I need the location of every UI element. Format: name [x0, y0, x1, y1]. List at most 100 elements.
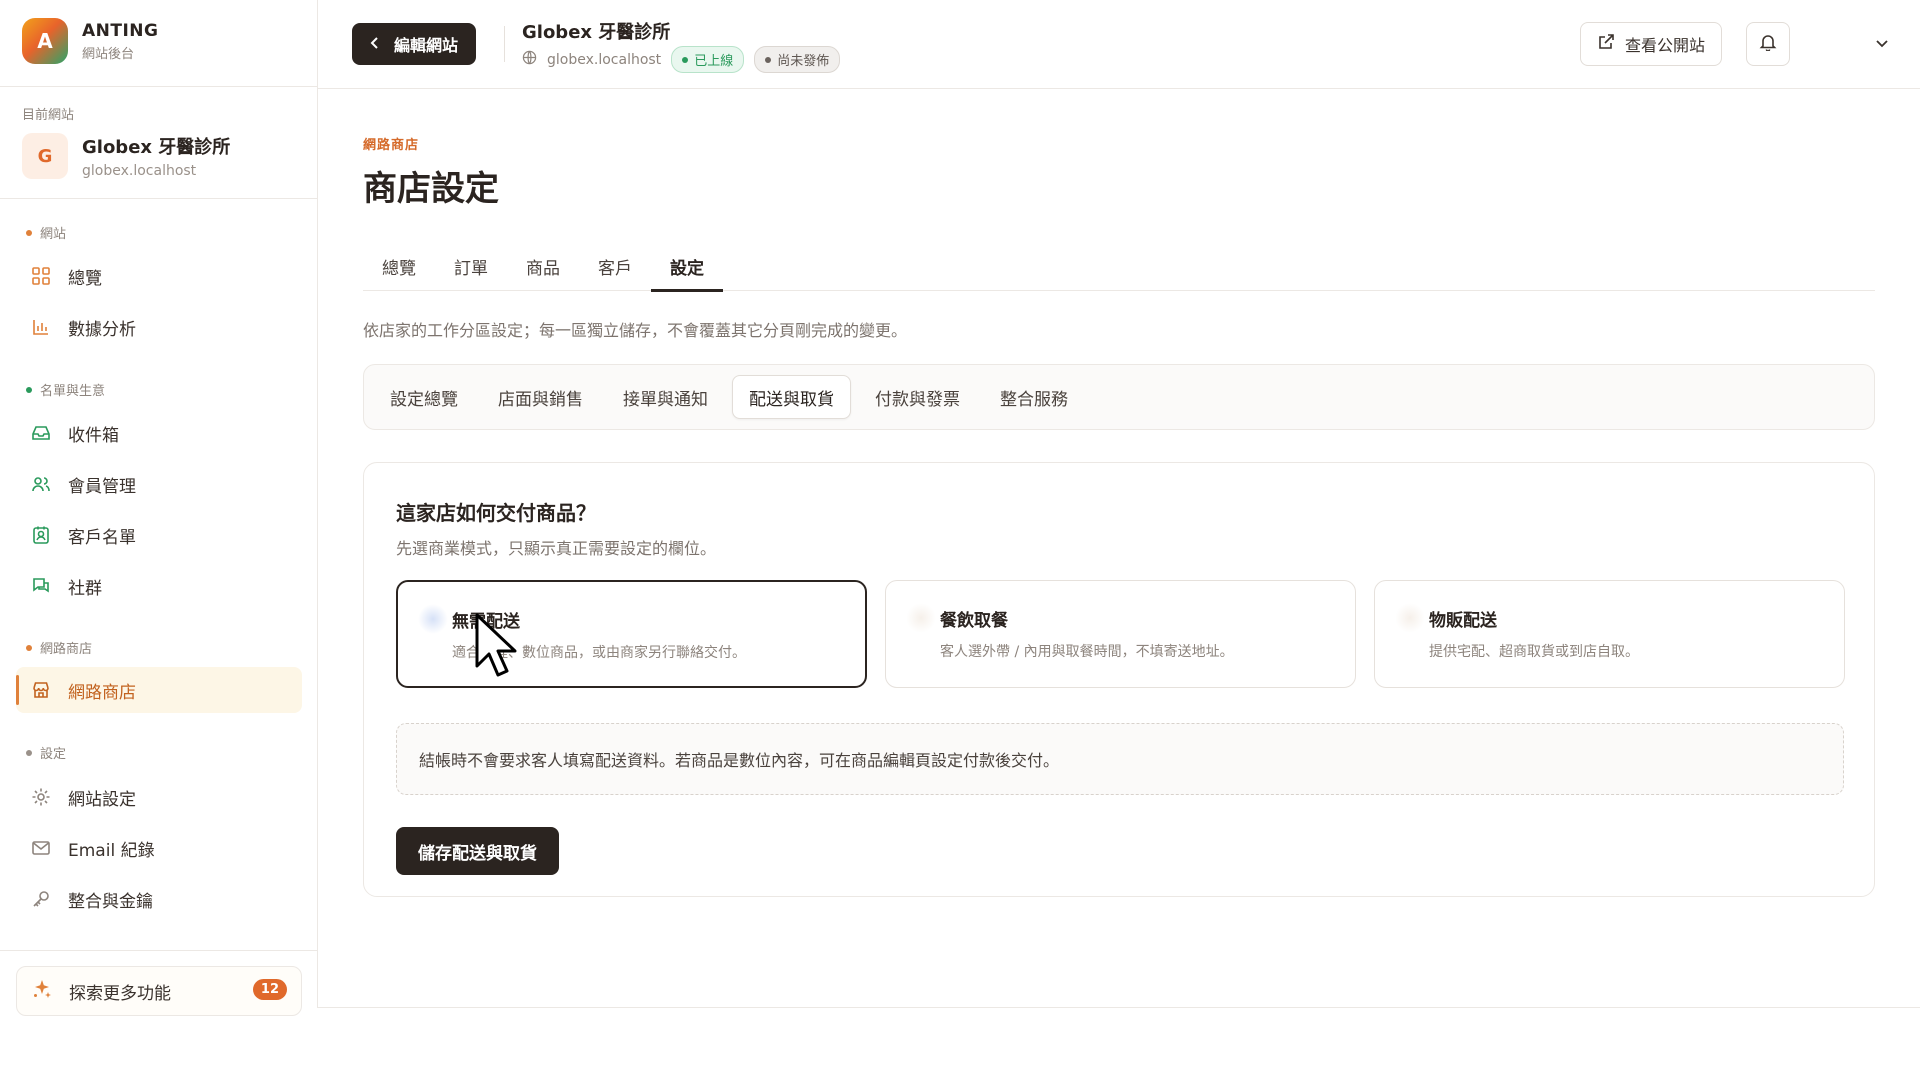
option-title: 餐飲取餐: [940, 611, 1008, 631]
grid-icon: [30, 265, 52, 287]
explore-label: 探索更多功能: [69, 983, 171, 1004]
site-domain: globex.localhost: [82, 163, 197, 179]
view-public-label: 查看公開站: [1625, 36, 1706, 55]
sidebar-item-label: 網站設定: [68, 789, 136, 810]
external-link-icon: [1597, 33, 1615, 55]
inbox-icon: [30, 422, 52, 444]
settings-description: 依店家的工作分區設定；每一區獨立儲存，不會覆蓋其它分頁剛完成的變更。: [363, 321, 908, 340]
subtab-payment-invoice[interactable]: 付款與發票: [859, 375, 976, 419]
divider: [0, 950, 318, 951]
contact-icon: [30, 524, 52, 546]
page-eyebrow: 網路商店: [363, 138, 420, 153]
section-label: 名單與生意: [40, 384, 106, 399]
tab-orders[interactable]: 訂單: [435, 241, 507, 291]
store-icon: [30, 679, 52, 701]
status-badge-live: 已上線: [671, 46, 745, 73]
sidebar-item-overview[interactable]: 總覽: [16, 253, 302, 299]
tab-customers[interactable]: 客戶: [579, 241, 651, 291]
delivery-option-food-pickup[interactable]: 餐飲取餐 客人選外帶 / 內用與取餐時間，不填寄送地址。: [885, 580, 1356, 688]
header-site-title: Globex 牙醫診所: [522, 22, 671, 43]
brand-name: ANTING: [82, 20, 159, 41]
sidebar-item-label: 數據分析: [68, 319, 136, 340]
bell-icon: [1759, 33, 1777, 55]
explore-more-button[interactable]: 探索更多功能 12: [16, 966, 302, 1016]
sidebar-item-label: 收件箱: [68, 425, 119, 446]
header-site-meta: globex.localhost 已上線 尚未發佈: [522, 46, 841, 73]
settings-subtabs: 設定總覽 店面與銷售 接單與通知 配送與取貨 付款與發票 整合服務: [363, 364, 1875, 430]
section-label: 網路商店: [40, 642, 93, 657]
delivery-card-subtitle: 先選商業模式，只顯示真正需要設定的欄位。: [396, 539, 717, 558]
page-title: 商店設定: [363, 169, 499, 209]
sidebar-item-store[interactable]: 網路商店: [16, 667, 302, 713]
delivery-settings-card: 這家店如何交付商品？ 先選商業模式，只顯示真正需要設定的欄位。 無需配送 適合課…: [363, 462, 1875, 897]
account-menu-toggle[interactable]: [1870, 32, 1894, 56]
sidebar: A ANTING 網站後台 目前網站 G Globex 牙醫診所 globex.…: [0, 0, 318, 1016]
sidebar-item-label: 會員管理: [68, 476, 136, 497]
subtab-shipping-pickup[interactable]: 配送與取貨: [732, 375, 851, 419]
option-icon: [418, 604, 448, 634]
back-to-edit-site-button[interactable]: 編輯網站: [352, 23, 477, 65]
sidebar-item-label: 社群: [68, 578, 102, 599]
store-tabs: 總覽 訂單 商品 客戶 設定: [363, 241, 1875, 292]
divider: [504, 26, 505, 62]
delivery-option-retail-shipping[interactable]: 物販配送 提供宅配、超商取貨或到店自取。: [1374, 580, 1845, 688]
chevron-left-icon: [368, 35, 382, 54]
users-icon: [30, 473, 52, 495]
option-icon: [906, 603, 936, 633]
status-badge-unpublished: 尚未發佈: [754, 46, 841, 73]
chat-icon: [30, 575, 52, 597]
feature-count-badge: 12: [252, 979, 287, 1000]
sidebar-item-label: 客戶名單: [68, 527, 136, 548]
section-label: 設定: [40, 747, 67, 762]
sidebar-item-label: Email 紀錄: [68, 840, 155, 861]
site-name: Globex 牙醫診所: [82, 137, 231, 158]
subtab-integrations[interactable]: 整合服務: [984, 375, 1084, 419]
sidebar-item-site-settings[interactable]: 網站設定: [16, 774, 302, 820]
section-dot: [26, 229, 32, 236]
option-description: 客人選外帶 / 內用與取餐時間，不填寄送地址。: [940, 644, 1234, 660]
option-icon: [1395, 603, 1425, 633]
sidebar-item-analytics[interactable]: 數據分析: [16, 304, 302, 350]
view-public-site-button[interactable]: 查看公開站: [1580, 22, 1723, 66]
section-dot: [26, 749, 32, 756]
mail-icon: [30, 837, 52, 859]
chevron-down-icon: [1875, 35, 1889, 54]
brand[interactable]: A ANTING 網站後台: [22, 18, 159, 64]
notifications-button[interactable]: [1746, 22, 1790, 66]
divider: [0, 198, 318, 199]
tab-products[interactable]: 商品: [507, 241, 579, 291]
subtab-storefront-sales[interactable]: 店面與銷售: [482, 375, 599, 419]
sidebar-item-label: 總覽: [68, 268, 102, 289]
section-store: 網路商店: [26, 638, 92, 657]
delivery-info-note: 結帳時不會要求客人填寫配送資料。若商品是數位內容，可在商品編輯頁設定付款後交付。: [396, 723, 1844, 795]
sidebar-item-inbox[interactable]: 收件箱: [16, 410, 302, 456]
current-site-label: 目前網站: [22, 108, 75, 123]
tab-overview[interactable]: 總覽: [363, 241, 435, 291]
sidebar-item-customers[interactable]: 客戶名單: [16, 512, 302, 558]
gear-icon: [30, 786, 52, 808]
tab-settings[interactable]: 設定: [651, 241, 723, 292]
divider: [318, 1007, 1920, 1008]
subtab-settings-overview[interactable]: 設定總覽: [374, 375, 474, 419]
subtab-orders-notifications[interactable]: 接單與通知: [607, 375, 724, 419]
sidebar-item-email-log[interactable]: Email 紀錄: [16, 825, 302, 871]
globe-icon: [522, 50, 537, 69]
sidebar-item-members[interactable]: 會員管理: [16, 461, 302, 507]
sidebar-item-integrations[interactable]: 整合與金鑰: [16, 876, 302, 922]
sparkle-icon: [31, 978, 53, 1005]
bar-chart-icon: [30, 316, 52, 338]
back-button-label: 編輯網站: [394, 36, 459, 55]
current-site-card[interactable]: G Globex 牙醫診所 globex.localhost: [22, 133, 230, 179]
delivery-card-title: 這家店如何交付商品？: [396, 501, 596, 525]
section-settings: 設定: [26, 743, 66, 762]
delivery-option-no-shipping[interactable]: 無需配送 適合課程、數位商品，或由商家另行聯絡交付。: [396, 580, 867, 688]
header-domain: globex.localhost: [547, 51, 662, 68]
sidebar-item-community[interactable]: 社群: [16, 563, 302, 609]
option-description: 提供宅配、超商取貨或到店自取。: [1429, 644, 1639, 660]
option-title: 物販配送: [1429, 611, 1497, 631]
site-avatar: G: [22, 133, 68, 179]
top-header: 編輯網站 Globex 牙醫診所 globex.localhost 已上線 尚未…: [318, 0, 1920, 89]
mouse-cursor-icon: [475, 613, 517, 677]
save-shipping-button[interactable]: 儲存配送與取貨: [396, 827, 559, 875]
divider: [0, 86, 318, 87]
